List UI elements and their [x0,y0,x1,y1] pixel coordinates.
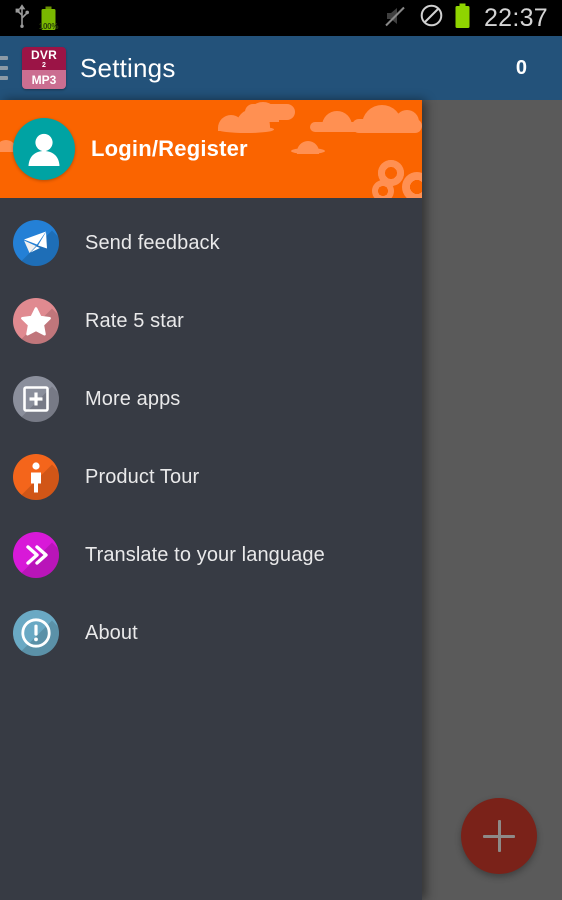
gear-decoration [402,172,422,198]
status-bar: 100% 22:37 [0,0,562,36]
hamburger-menu-icon[interactable] [0,36,10,100]
gear-decoration [372,180,394,198]
usb-icon [14,3,30,33]
cloud-decoration [245,104,295,120]
drawer-item-rate-5-star[interactable]: Rate 5 star [0,282,422,360]
user-avatar-icon [13,118,75,180]
battery-charging-icon: 100% [38,6,59,31]
hamburger-bar [0,76,8,80]
battery-full-icon [454,3,471,33]
drawer-item-label: Send feedback [85,231,220,254]
status-clock: 22:37 [483,3,548,32]
action-bar: DVR 2 MP3 Settings 0 [0,36,562,100]
drawer-item-product-tour[interactable]: Product Tour [0,438,422,516]
status-bar-left-icons: 100% [0,3,59,33]
drawer-item-send-feedback[interactable]: Send feedback [0,204,422,282]
cloud-decoration [291,148,325,154]
app-screen: 100% 22:37 DVR 2 MP3 Settings 0 Login/Re… [0,0,562,900]
drawer-item-label: Translate to your language [85,543,325,566]
drawer-item-more-apps[interactable]: More apps [0,360,422,438]
drawer-item-label: More apps [85,387,181,410]
exclamation-circle-icon [13,610,59,656]
envelope-icon [13,220,59,266]
pedestrian-icon [13,454,59,500]
drawer-header-login[interactable]: Login/Register [0,100,422,198]
app-icon-line2: 2 [42,61,46,69]
double-chevron-icon [13,532,59,578]
navigation-drawer: Login/Register Send feedback Rate 5 star… [0,100,422,900]
add-floating-action-button[interactable] [461,798,537,874]
app-icon-line3: MP3 [22,70,66,89]
dvr2mp3-app-icon[interactable]: DVR 2 MP3 [22,47,66,89]
drawer-item-translate[interactable]: Translate to your language [0,516,422,594]
hamburger-bar [0,56,8,60]
app-icon-top: DVR 2 [22,47,66,71]
drawer-item-about[interactable]: About [0,594,422,672]
drawer-header-label: Login/Register [91,136,248,161]
drawer-menu-list: Send feedback Rate 5 star More apps Prod… [0,198,422,672]
volume-mute-icon [385,5,409,32]
star-icon [13,298,59,344]
page-title: Settings [80,52,176,83]
drawer-item-label: Product Tour [85,465,200,488]
square-plus-icon [13,376,59,422]
drawer-item-label: About [85,621,138,644]
item-count-badge: 0 [515,56,527,79]
status-bar-right-icons: 22:37 [385,3,562,33]
cloud-decoration [218,126,274,133]
drawer-item-label: Rate 5 star [85,309,184,332]
cloud-decoration [395,110,419,126]
hamburger-bar [0,66,8,70]
do-not-disturb-icon [420,4,443,32]
battery-percent-label: 100% [38,22,59,31]
app-icon-line1: DVR [31,47,57,62]
